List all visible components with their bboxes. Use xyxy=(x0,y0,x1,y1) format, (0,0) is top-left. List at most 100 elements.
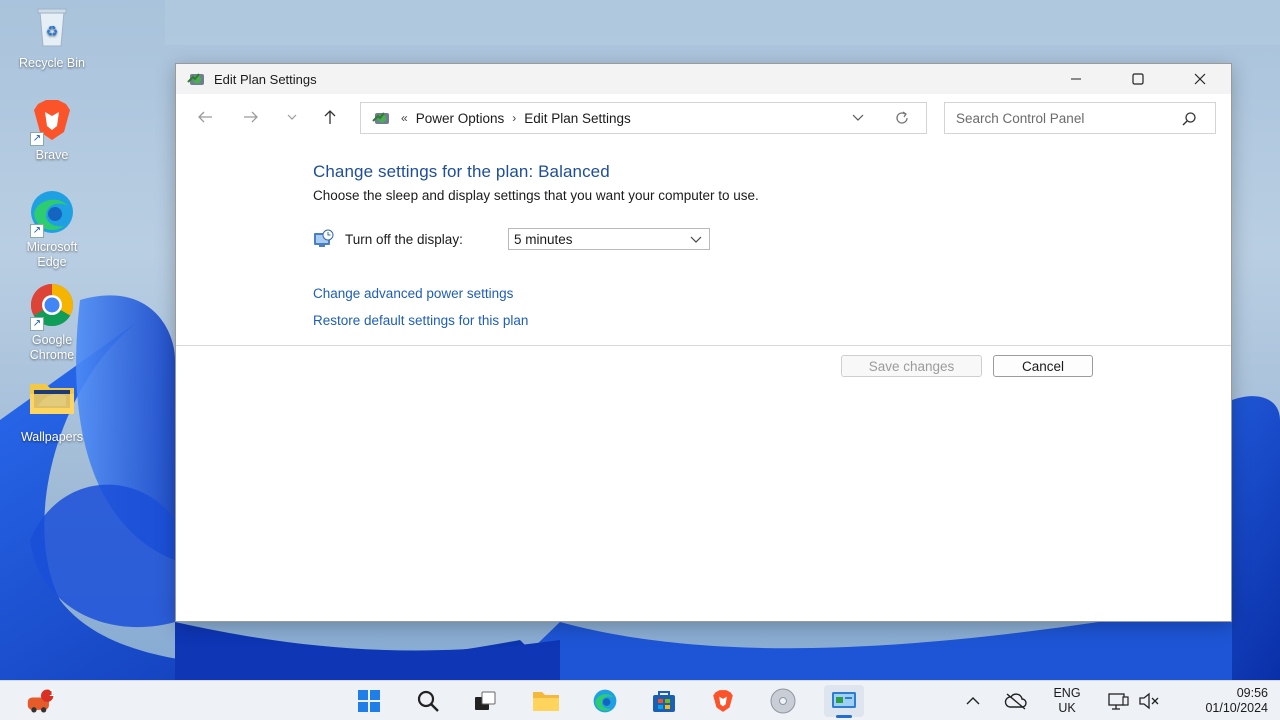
page-subtitle: Choose the sleep and display settings th… xyxy=(313,188,759,203)
control-panel-icon xyxy=(371,107,393,129)
shortcut-arrow-icon: ↗ xyxy=(30,132,44,146)
edge-taskbar-button[interactable] xyxy=(590,687,620,715)
brave-icon: ↗ xyxy=(28,96,76,146)
show-hidden-icons-button[interactable] xyxy=(958,687,988,715)
brave-icon xyxy=(713,690,733,712)
language-code: ENG xyxy=(1053,686,1081,700)
store-icon xyxy=(653,691,675,712)
maximize-button[interactable] xyxy=(1107,64,1169,94)
breadcrumb-overflow[interactable]: « xyxy=(401,111,408,125)
desktop-icon-chrome[interactable]: ↗ Google Chrome xyxy=(0,281,104,363)
folder-icon xyxy=(28,378,76,426)
close-button[interactable] xyxy=(1169,64,1231,94)
refresh-button[interactable] xyxy=(894,110,910,129)
main-content: Change settings for the plan: Balanced C… xyxy=(313,162,1193,328)
navigation-bar: « Power Options › Edit Plan Settings xyxy=(176,94,1231,140)
power-options-icon xyxy=(186,68,208,90)
minimize-icon xyxy=(1071,78,1081,80)
search-icon[interactable] xyxy=(1181,111,1197,130)
task-view-button[interactable] xyxy=(470,687,500,715)
arrow-left-icon xyxy=(198,111,212,123)
disc-app-button[interactable] xyxy=(768,687,798,715)
address-history-dropdown[interactable] xyxy=(852,111,864,126)
maximize-icon xyxy=(1132,73,1144,85)
cancel-button[interactable]: Cancel xyxy=(993,355,1093,377)
folder-icon xyxy=(533,692,559,711)
active-app-indicator xyxy=(836,715,852,718)
notification-badge: 1 xyxy=(49,688,55,699)
search-input[interactable] xyxy=(956,110,1166,126)
brave-taskbar-button[interactable] xyxy=(708,687,738,715)
desktop-icon-recycle-bin[interactable]: ♻ Recycle Bin xyxy=(0,4,104,71)
turn-off-display-select[interactable]: 5 minutes xyxy=(508,228,710,250)
search-taskbar-button[interactable] xyxy=(413,687,443,715)
clock[interactable]: 09:56 01/10/2024 xyxy=(1178,686,1276,716)
volume-button[interactable] xyxy=(1134,687,1164,715)
windows-logo-icon xyxy=(358,690,380,712)
clock-date: 01/10/2024 xyxy=(1205,701,1268,715)
svg-text:♻: ♻ xyxy=(46,24,59,40)
back-button[interactable] xyxy=(192,106,218,128)
title-bar[interactable]: Edit Plan Settings xyxy=(176,64,1231,94)
breadcrumb-edit-plan-settings[interactable]: Edit Plan Settings xyxy=(524,111,631,126)
chevron-up-icon xyxy=(966,697,980,705)
refresh-icon xyxy=(896,111,908,124)
forward-button[interactable] xyxy=(238,106,264,128)
store-button[interactable] xyxy=(649,687,679,715)
network-button[interactable] xyxy=(1103,687,1133,715)
save-changes-button[interactable]: Save changes xyxy=(841,355,982,377)
close-icon xyxy=(1194,73,1206,85)
content-divider xyxy=(176,345,1231,346)
breadcrumb-power-options[interactable]: Power Options xyxy=(416,111,505,126)
keyboard-layout: UK xyxy=(1058,701,1076,715)
network-ethernet-icon xyxy=(1108,693,1129,710)
page-title: Change settings for the plan: Balanced xyxy=(313,162,610,181)
desktop-icon-wallpapers[interactable]: Wallpapers xyxy=(0,378,104,445)
recent-locations-button[interactable] xyxy=(279,106,305,128)
arrow-up-icon xyxy=(324,110,336,124)
window-title: Edit Plan Settings xyxy=(214,71,317,87)
cloud-off-icon xyxy=(1004,693,1027,710)
chevron-down-icon xyxy=(287,114,297,120)
change-advanced-power-settings-link[interactable]: Change advanced power settings xyxy=(313,286,513,301)
turn-off-display-value: 5 minutes xyxy=(514,231,573,247)
search-icon xyxy=(417,690,439,712)
onedrive-status-button[interactable] xyxy=(1001,687,1031,715)
desktop-icon-brave[interactable]: ↗ Brave xyxy=(0,96,104,163)
clock-time: 09:56 xyxy=(1236,686,1268,700)
chrome-icon: ↗ xyxy=(28,281,76,331)
start-button[interactable] xyxy=(354,687,384,715)
address-bar[interactable]: « Power Options › Edit Plan Settings xyxy=(360,102,927,134)
taskbar: 1 ENG UK 09:56 01/10/2024 xyxy=(0,680,1280,720)
desktop-icon-label: Google Chrome xyxy=(29,333,75,362)
language-indicator[interactable]: ENG UK xyxy=(1046,686,1088,716)
control-panel-icon xyxy=(832,692,856,708)
volume-muted-icon xyxy=(1139,692,1159,710)
desktop-icon-label: Microsoft Edge xyxy=(26,240,78,269)
desktop-icon-label: Brave xyxy=(35,148,69,162)
arrow-right-icon xyxy=(244,111,258,123)
edge-icon: ↗ xyxy=(28,188,76,238)
desktop-icon-edge[interactable]: ↗ Microsoft Edge xyxy=(0,188,104,270)
recycle-bin-icon: ♻ xyxy=(28,4,76,52)
monitor-clock-icon xyxy=(313,229,335,249)
edit-plan-settings-window: Edit Plan Settings « Power Options › Edi… xyxy=(175,63,1232,622)
desktop-icon-label: Recycle Bin xyxy=(19,56,85,70)
turn-off-display-label: Turn off the display: xyxy=(345,231,463,247)
control-panel-taskbar-button[interactable] xyxy=(824,685,864,718)
chevron-down-icon xyxy=(852,114,864,121)
shortcut-arrow-icon: ↗ xyxy=(30,317,44,331)
file-explorer-button[interactable] xyxy=(531,687,561,715)
widgets-button[interactable]: 1 xyxy=(26,687,56,715)
chevron-down-icon xyxy=(690,233,702,248)
up-button[interactable] xyxy=(317,106,343,128)
breadcrumb-separator[interactable]: › xyxy=(512,111,516,125)
display-setting-row: Turn off the display: 5 minutes xyxy=(313,228,733,250)
desktop-icon-label: Wallpapers xyxy=(20,430,84,444)
minimize-button[interactable] xyxy=(1045,64,1107,94)
search-box[interactable] xyxy=(944,102,1216,134)
disc-icon xyxy=(770,688,796,714)
shortcut-arrow-icon: ↗ xyxy=(30,224,44,238)
restore-default-settings-link[interactable]: Restore default settings for this plan xyxy=(313,313,528,328)
edge-icon xyxy=(593,689,617,713)
